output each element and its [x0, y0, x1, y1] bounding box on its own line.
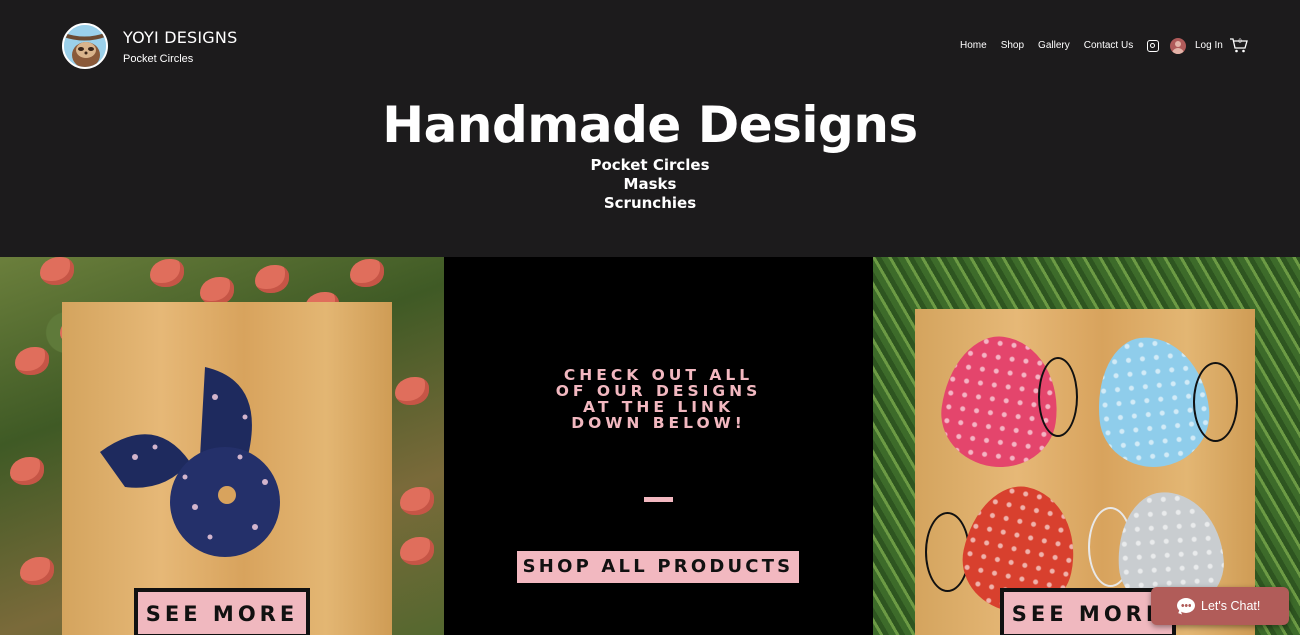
site-header: YOYI DESIGNS Pocket Circles Home Shop Ga…: [0, 0, 1300, 257]
nav-item-shop[interactable]: Shop: [1001, 40, 1024, 51]
instagram-icon[interactable]: [1147, 40, 1159, 52]
petal: [40, 257, 74, 285]
hero-line-pocket-circles: Pocket Circles: [590, 156, 710, 174]
shop-all-products-button[interactable]: SHOP ALL PRODUCTS: [517, 551, 799, 583]
scrunchie-photo-panel: SEE MORE: [0, 257, 444, 635]
brand-title[interactable]: YOYI DESIGNS: [123, 28, 237, 47]
nav-item-gallery[interactable]: Gallery: [1038, 40, 1070, 51]
petal: [255, 265, 289, 293]
cta-message: CHECK OUT ALL OF OUR DESIGNS AT THE LINK…: [444, 367, 873, 431]
main-nav: Home Shop Gallery Contact Us: [960, 40, 1147, 51]
petal: [400, 487, 434, 515]
petal: [10, 457, 44, 485]
petal: [350, 259, 384, 287]
see-more-scrunchies-button[interactable]: SEE MORE: [134, 588, 310, 635]
divider-dash: [644, 497, 673, 502]
petal: [15, 347, 49, 375]
hero-subtitles: Pocket Circles Masks Scrunchies: [0, 156, 1300, 213]
cta-line: AT THE LINK: [583, 398, 734, 416]
masks-photo-panel: SEE MORE: [873, 257, 1300, 635]
user-avatar-icon[interactable]: [1170, 38, 1186, 54]
cart-count: 0: [1238, 39, 1242, 45]
see-more-masks-button[interactable]: SEE MORE: [1000, 588, 1176, 635]
login-link[interactable]: Log In: [1195, 40, 1223, 51]
nav-item-contact-us[interactable]: Contact Us: [1084, 40, 1133, 51]
cta-line: DOWN BELOW!: [571, 414, 746, 432]
chat-bubble-icon: [1177, 598, 1195, 613]
brand-subtitle: Pocket Circles: [123, 53, 194, 65]
petal: [395, 377, 429, 405]
petal: [200, 277, 234, 305]
cta-line: CHECK OUT ALL: [563, 366, 754, 384]
chat-widget-button[interactable]: Let's Chat!: [1151, 587, 1289, 625]
cart-icon[interactable]: 0: [1229, 36, 1249, 54]
hero-line-scrunchies: Scrunchies: [603, 194, 697, 212]
nav-item-home[interactable]: Home: [960, 40, 987, 51]
petal: [150, 259, 184, 287]
cta-line: OF OUR DESIGNS: [555, 382, 762, 400]
hero-line-masks: Masks: [623, 175, 677, 193]
mask-strap: [1193, 362, 1238, 442]
petal: [400, 537, 434, 565]
hero-title: Handmade Designs: [382, 96, 918, 154]
scrunchie-image: [95, 357, 295, 557]
chat-label: Let's Chat!: [1201, 599, 1261, 613]
sloth-logo[interactable]: [62, 23, 108, 69]
shop-cta-panel: CHECK OUT ALL OF OUR DESIGNS AT THE LINK…: [444, 257, 873, 635]
petal: [20, 557, 54, 585]
mask-strap: [1038, 357, 1078, 437]
